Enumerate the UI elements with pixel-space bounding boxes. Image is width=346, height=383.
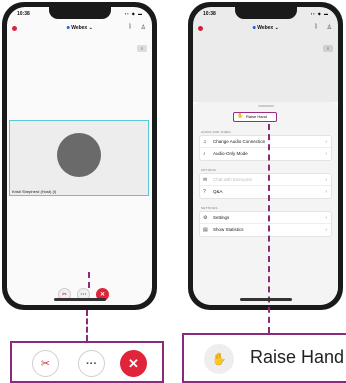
home-indicator — [239, 298, 292, 301]
bluetooth-icon[interactable]: ᛒ — [128, 24, 132, 30]
audio-connection-icon: ♫ — [203, 139, 207, 145]
menu-item-show-statistics[interactable]: ▤ Show Statistics › — [200, 224, 331, 236]
recording-indicator — [12, 26, 17, 31]
audio-only-icon: ♪ — [203, 151, 206, 157]
notch — [234, 7, 297, 19]
hand-glyph: ✋ — [211, 352, 227, 366]
chevron-right-icon: › — [325, 189, 327, 195]
chevron-right-icon: › — [325, 139, 327, 145]
sheet-grabber[interactable] — [257, 105, 274, 107]
meeting-title[interactable]: Webex ⌄ — [66, 25, 93, 31]
phone-left-screen: 10:38 ▪▪ ◆ ▬ Webex ⌄ ᛒ ♙ ≡ Kristi Shephe… — [7, 7, 152, 305]
ellipsis-icon: ··· — [86, 357, 97, 370]
menu-group-audio-video: ♫ Change Audio Connection › ♪ Audio-Only… — [199, 135, 332, 161]
menu-item-label: Audio-Only Mode — [213, 151, 248, 156]
webex-dot-icon — [66, 26, 70, 30]
section-label-options: Options — [201, 168, 216, 172]
raise-hand-label: Raise Hand — [246, 114, 267, 119]
mute-button[interactable]: ✂ — [32, 350, 59, 377]
mic-off-icon: ✂ — [40, 358, 51, 370]
ellipsis-icon: ··· — [80, 291, 87, 298]
meeting-top-bar: Webex ⌄ ᛒ ♙ — [7, 22, 152, 36]
end-call-button[interactable]: ✕ — [120, 350, 147, 377]
chevron-right-icon: › — [325, 227, 327, 233]
menu-item-label: Q&A — [213, 189, 223, 194]
callout-line — [268, 124, 270, 333]
mic-off-icon: ✂ — [61, 292, 68, 298]
gear-icon: ⚙ — [203, 215, 208, 221]
avatar — [57, 133, 101, 177]
chevron-right-icon: › — [325, 151, 327, 157]
chat-icon: ✉ — [203, 177, 208, 183]
close-icon: ✕ — [99, 292, 106, 298]
chevron-right-icon: › — [325, 215, 327, 221]
participants-icon[interactable]: ♙ — [141, 24, 146, 31]
section-label-audio-video: Audio and Video — [201, 130, 231, 134]
zoom-callout-raise-hand[interactable]: ✋ Raise Hand — [182, 333, 346, 383]
statistics-icon: ▤ — [203, 227, 208, 233]
menu-item-qa[interactable]: ? Q&A › — [200, 186, 331, 198]
hand-icon: ✋ — [204, 344, 234, 374]
chevron-right-icon: › — [325, 177, 327, 183]
layout-button[interactable]: ≡ — [137, 45, 147, 52]
menu-item-settings[interactable]: ⚙ Settings › — [200, 212, 331, 224]
hand-icon: ✋ — [237, 113, 244, 119]
menu-group-options: ✉ Chat with Everyone › ? Q&A › — [199, 173, 332, 199]
dimmed-background[interactable] — [193, 7, 338, 102]
participant-name: Kristi Shepherd (Host) (I) — [12, 189, 57, 194]
menu-item-chat-with-everyone: ✉ Chat with Everyone › — [200, 174, 331, 186]
status-icons: ▪▪ ◆ ▬ — [124, 11, 143, 16]
callout-line — [86, 310, 88, 341]
callout-line — [88, 272, 90, 288]
section-label-settings: Settings — [201, 206, 218, 210]
phone-right-screen: 10:38 ▪▪ ◆ ▬ Webex ⌄ ᛒ ♙ ≡ ✋ Raise Hand … — [193, 7, 338, 305]
status-time: 10:38 — [17, 11, 30, 17]
home-indicator — [53, 298, 106, 301]
close-icon: ✕ — [128, 355, 139, 371]
menu-item-label: Settings — [213, 215, 230, 220]
notch — [48, 7, 111, 19]
zoom-callout-controls: ✂ ··· ✕ — [10, 341, 164, 383]
raise-hand-label: Raise Hand — [250, 347, 345, 367]
menu-item-audio-only-mode[interactable]: ♪ Audio-Only Mode › — [200, 148, 331, 160]
menu-item-label: Chat with Everyone — [213, 177, 253, 182]
menu-item-label: Change Audio Connection — [213, 139, 266, 144]
chevron-down-icon: ⌄ — [88, 25, 93, 31]
meeting-title-label: Webex — [71, 25, 88, 31]
menu-item-label: Show Statistics — [213, 227, 244, 232]
phone-left-meeting-view: 10:38 ▪▪ ◆ ▬ Webex ⌄ ᛒ ♙ ≡ Kristi Shephe… — [2, 2, 157, 310]
participant-video-tile[interactable]: Kristi Shepherd (Host) (I) — [9, 120, 149, 196]
more-options-button[interactable]: ··· — [78, 350, 105, 377]
phone-right-more-menu: 10:38 ▪▪ ◆ ▬ Webex ⌄ ᛒ ♙ ≡ ✋ Raise Hand … — [188, 2, 343, 310]
raise-hand-button[interactable]: ✋ Raise Hand — [233, 112, 277, 122]
more-options-sheet: ✋ Raise Hand Audio and Video ♫ Change Au… — [193, 102, 338, 305]
qa-icon: ? — [203, 189, 206, 195]
menu-item-change-audio-connection[interactable]: ♫ Change Audio Connection › — [200, 136, 331, 148]
menu-group-settings: ⚙ Settings › ▤ Show Statistics › — [199, 211, 332, 237]
